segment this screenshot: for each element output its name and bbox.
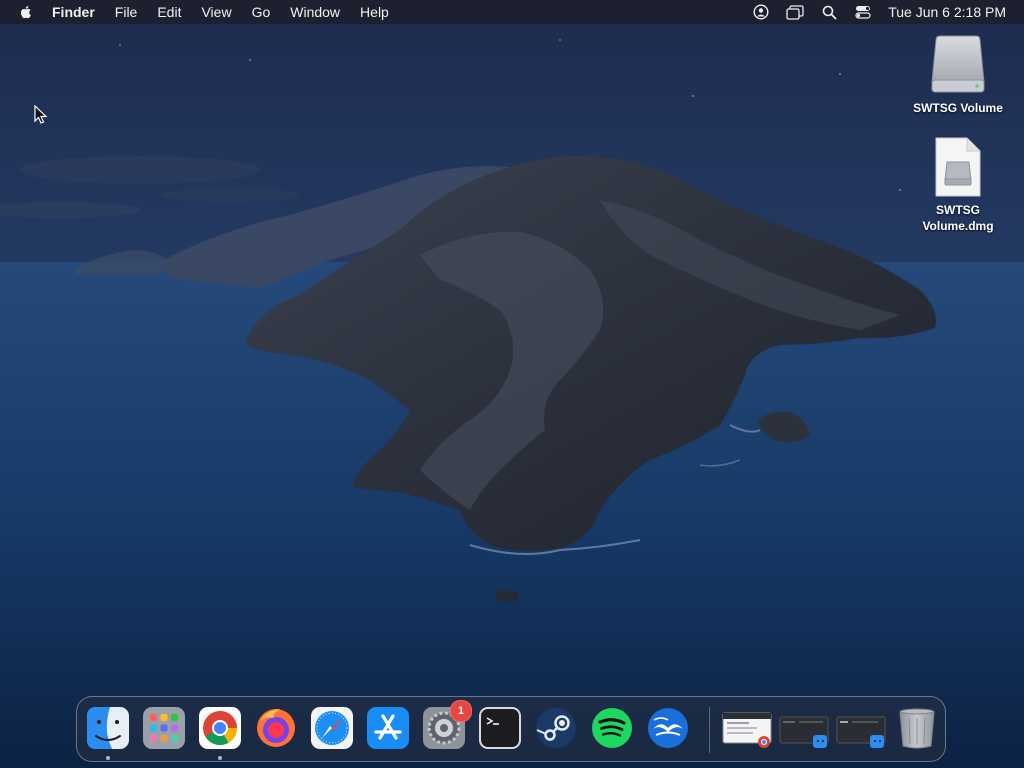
launchpad-icon	[143, 707, 185, 749]
dock-spotify[interactable]	[590, 706, 634, 750]
menu-clock[interactable]: Tue Jun 6 2:18 PM	[880, 4, 1024, 20]
dock-minimized-window-3[interactable]	[836, 711, 888, 749]
notification-badge: 1	[450, 700, 472, 722]
menu-file[interactable]: File	[105, 0, 148, 24]
user-icon[interactable]	[752, 3, 770, 21]
safari-icon	[311, 707, 353, 749]
dock-terminal[interactable]	[478, 706, 522, 750]
desktop-icon-swtsg-dmg[interactable]: SWTSG Volume.dmg	[908, 136, 1008, 234]
screen-mirroring-icon[interactable]	[786, 3, 804, 21]
dock-app-store[interactable]	[366, 706, 410, 750]
firefox-icon	[257, 709, 295, 747]
desktop[interactable]: Finder File Edit View Go Window Help Tue…	[0, 0, 1024, 768]
wallpaper	[0, 0, 1024, 768]
dock-minimized-window-1[interactable]	[722, 711, 774, 749]
dock: 1	[76, 696, 946, 762]
app-store-icon	[367, 707, 409, 749]
chrome-window-thumbnail	[722, 712, 772, 748]
desktop-icon-swtsg-volume[interactable]: SWTSG Volume	[908, 34, 1008, 116]
menu-app-name[interactable]: Finder	[52, 0, 105, 24]
dock-divider	[709, 707, 710, 753]
mail-icon	[648, 708, 688, 748]
dock-chrome[interactable]	[198, 706, 242, 750]
desktop-icon-label: SWTSG Volume	[913, 101, 1003, 115]
steam-icon	[536, 708, 576, 748]
menu-edit[interactable]: Edit	[147, 0, 191, 24]
dock-trash[interactable]	[895, 706, 939, 750]
trash-icon	[899, 708, 935, 749]
menu-bar: Finder File Edit View Go Window Help Tue…	[0, 0, 1024, 24]
dock-steam[interactable]	[534, 706, 578, 750]
menu-window[interactable]: Window	[280, 0, 350, 24]
menu-go[interactable]: Go	[242, 0, 281, 24]
terminal-icon	[479, 707, 521, 749]
running-indicator	[218, 756, 222, 760]
finder-window-thumbnail	[836, 716, 886, 748]
mouse-cursor-icon	[34, 105, 48, 124]
search-icon[interactable]	[820, 3, 838, 21]
external-drive-icon	[931, 35, 985, 93]
dock-firefox[interactable]	[254, 706, 298, 750]
status-area: Tue Jun 6 2:18 PM	[744, 0, 1024, 24]
finder-window-thumbnail	[779, 716, 829, 748]
dock-finder[interactable]	[86, 706, 130, 750]
dock-minimized-window-2[interactable]	[779, 711, 831, 749]
running-indicator	[106, 756, 110, 760]
spotify-icon	[592, 708, 632, 748]
dmg-file-icon	[935, 137, 981, 197]
desktop-icon-label: SWTSG Volume.dmg	[922, 203, 994, 233]
dock-safari[interactable]	[310, 706, 354, 750]
menu-view[interactable]: View	[191, 0, 241, 24]
chrome-icon	[199, 707, 241, 749]
dock-system-preferences[interactable]: 1	[422, 700, 472, 750]
menu-help[interactable]: Help	[350, 0, 399, 24]
finder-icon	[87, 707, 129, 749]
dock-launchpad[interactable]	[142, 706, 186, 750]
control-center-icon[interactable]	[854, 3, 872, 21]
apple-menu-icon[interactable]	[18, 4, 34, 20]
dock-mail[interactable]	[646, 706, 690, 750]
